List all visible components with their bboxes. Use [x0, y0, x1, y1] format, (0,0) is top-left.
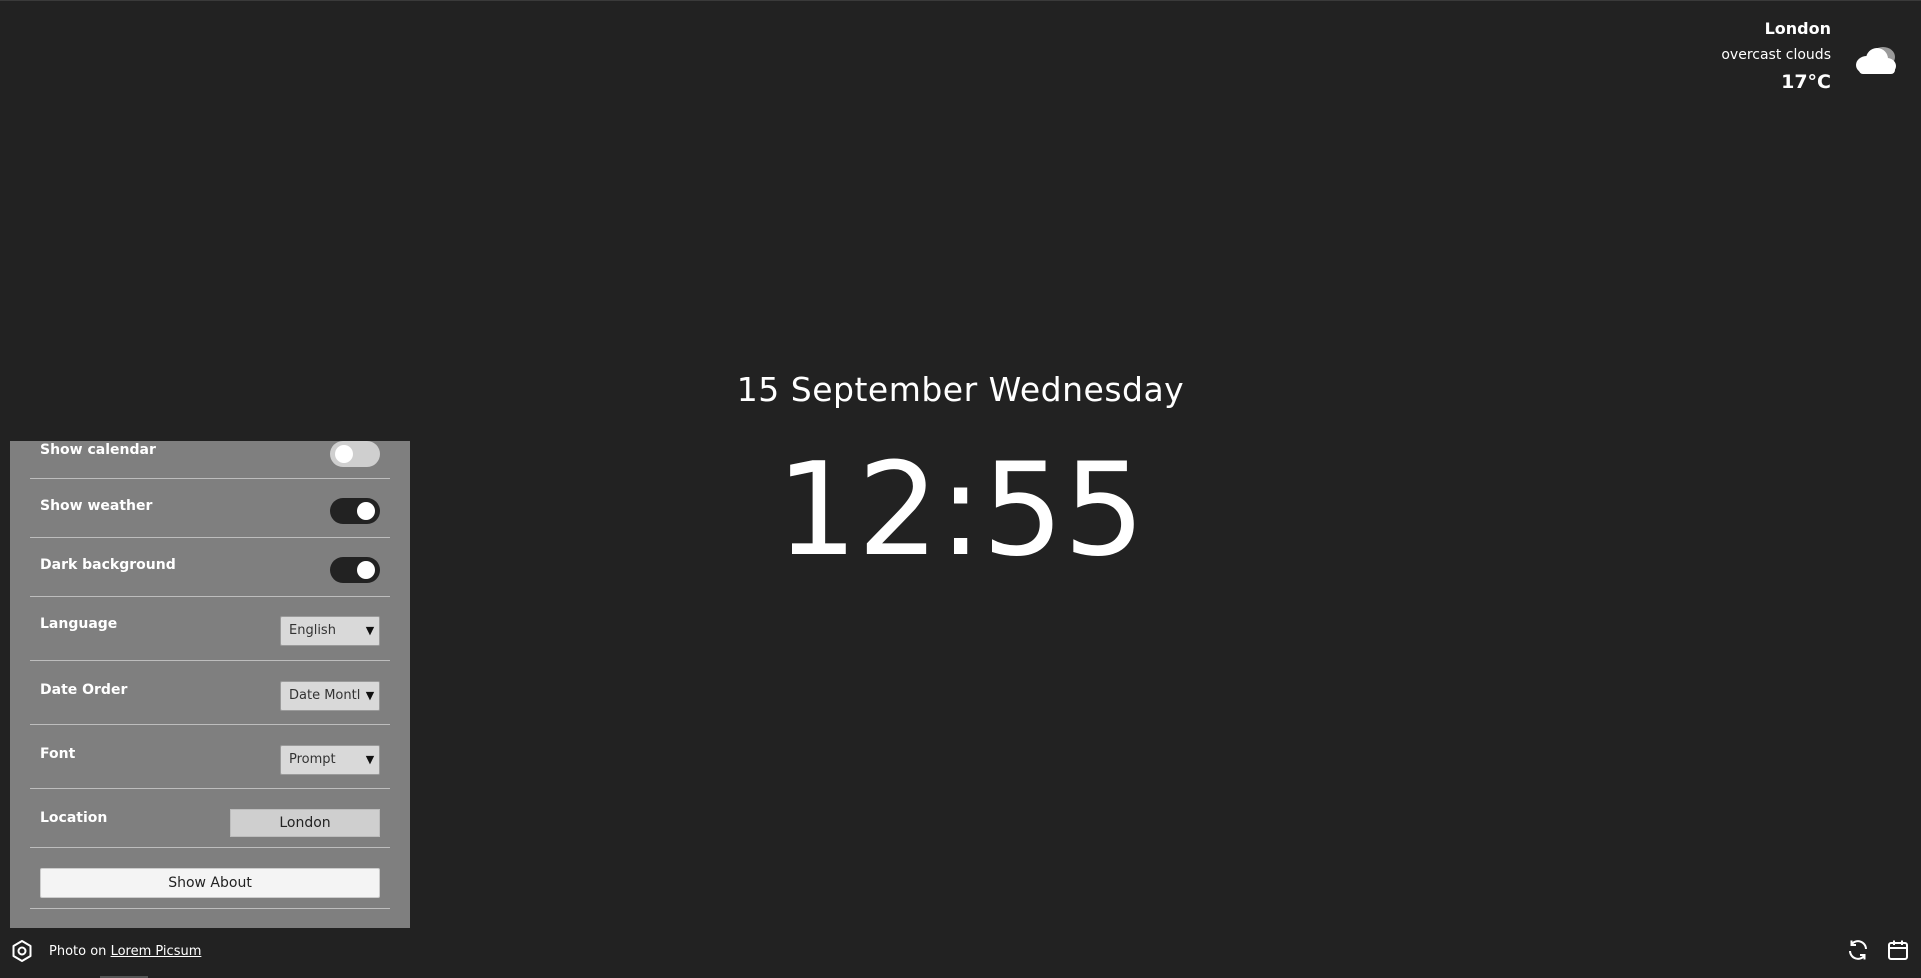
weather-temperature: 17°C — [1781, 71, 1831, 93]
show-weather-label: Show weather — [40, 498, 153, 514]
language-select-value: English — [289, 623, 336, 638]
weather-city: London — [1764, 19, 1831, 38]
font-select-value: Prompt — [289, 752, 336, 767]
new-tab-page: London overcast clouds 17°C 15 September… — [0, 0, 1921, 978]
show-weather-toggle[interactable] — [330, 498, 380, 524]
chevron-down-icon: ▼ — [361, 617, 379, 645]
language-label: Language — [40, 616, 118, 632]
setting-row-location: Location London — [30, 789, 390, 848]
setting-row-show-calendar: Show calendar — [30, 441, 390, 479]
toggle-knob — [335, 445, 353, 463]
show-calendar-toggle[interactable] — [330, 441, 380, 467]
dark-background-toggle[interactable] — [330, 557, 380, 583]
settings-panel: Show calendar Show weather Dark backgrou… — [10, 441, 410, 928]
date-order-select-value: Date Montl — [289, 688, 361, 703]
weather-description: overcast clouds — [1721, 47, 1831, 63]
date-order-select[interactable]: Date Montl ▼ — [280, 681, 380, 711]
location-label: Location — [40, 810, 108, 826]
setting-row-font: Font Prompt ▼ — [30, 725, 390, 789]
font-label: Font — [40, 746, 76, 762]
toggle-knob — [357, 561, 375, 579]
setting-row-dark-background: Dark background — [30, 538, 390, 597]
lorem-picsum-link[interactable]: Lorem Picsum — [111, 944, 202, 959]
cloud-icon — [1849, 43, 1899, 77]
refresh-icon[interactable] — [1846, 938, 1870, 962]
weather-widget: London overcast clouds 17°C — [1721, 18, 1831, 95]
setting-row-language: Language English ▼ — [30, 597, 390, 661]
show-calendar-label: Show calendar — [40, 442, 156, 458]
chevron-down-icon: ▼ — [361, 682, 379, 710]
toggle-knob — [357, 502, 375, 520]
language-select[interactable]: English ▼ — [280, 616, 380, 646]
photo-credit-prefix: Photo on — [49, 944, 107, 959]
date-display: 15 September Wednesday — [736, 370, 1185, 409]
dark-background-label: Dark background — [40, 557, 176, 573]
calendar-icon[interactable] — [1886, 938, 1910, 962]
chevron-down-icon: ▼ — [361, 746, 379, 774]
show-about-button[interactable]: Show About — [40, 868, 380, 898]
gear-icon[interactable] — [10, 939, 34, 963]
location-input[interactable]: London — [230, 809, 380, 837]
setting-row-show-weather: Show weather — [30, 479, 390, 538]
photo-credit: Photo on Lorem Picsum — [49, 943, 201, 961]
date-order-label: Date Order — [40, 682, 128, 698]
font-select[interactable]: Prompt ▼ — [280, 745, 380, 775]
setting-row-about: Show About — [30, 848, 390, 909]
setting-row-date-order: Date Order Date Montl ▼ — [30, 661, 390, 725]
